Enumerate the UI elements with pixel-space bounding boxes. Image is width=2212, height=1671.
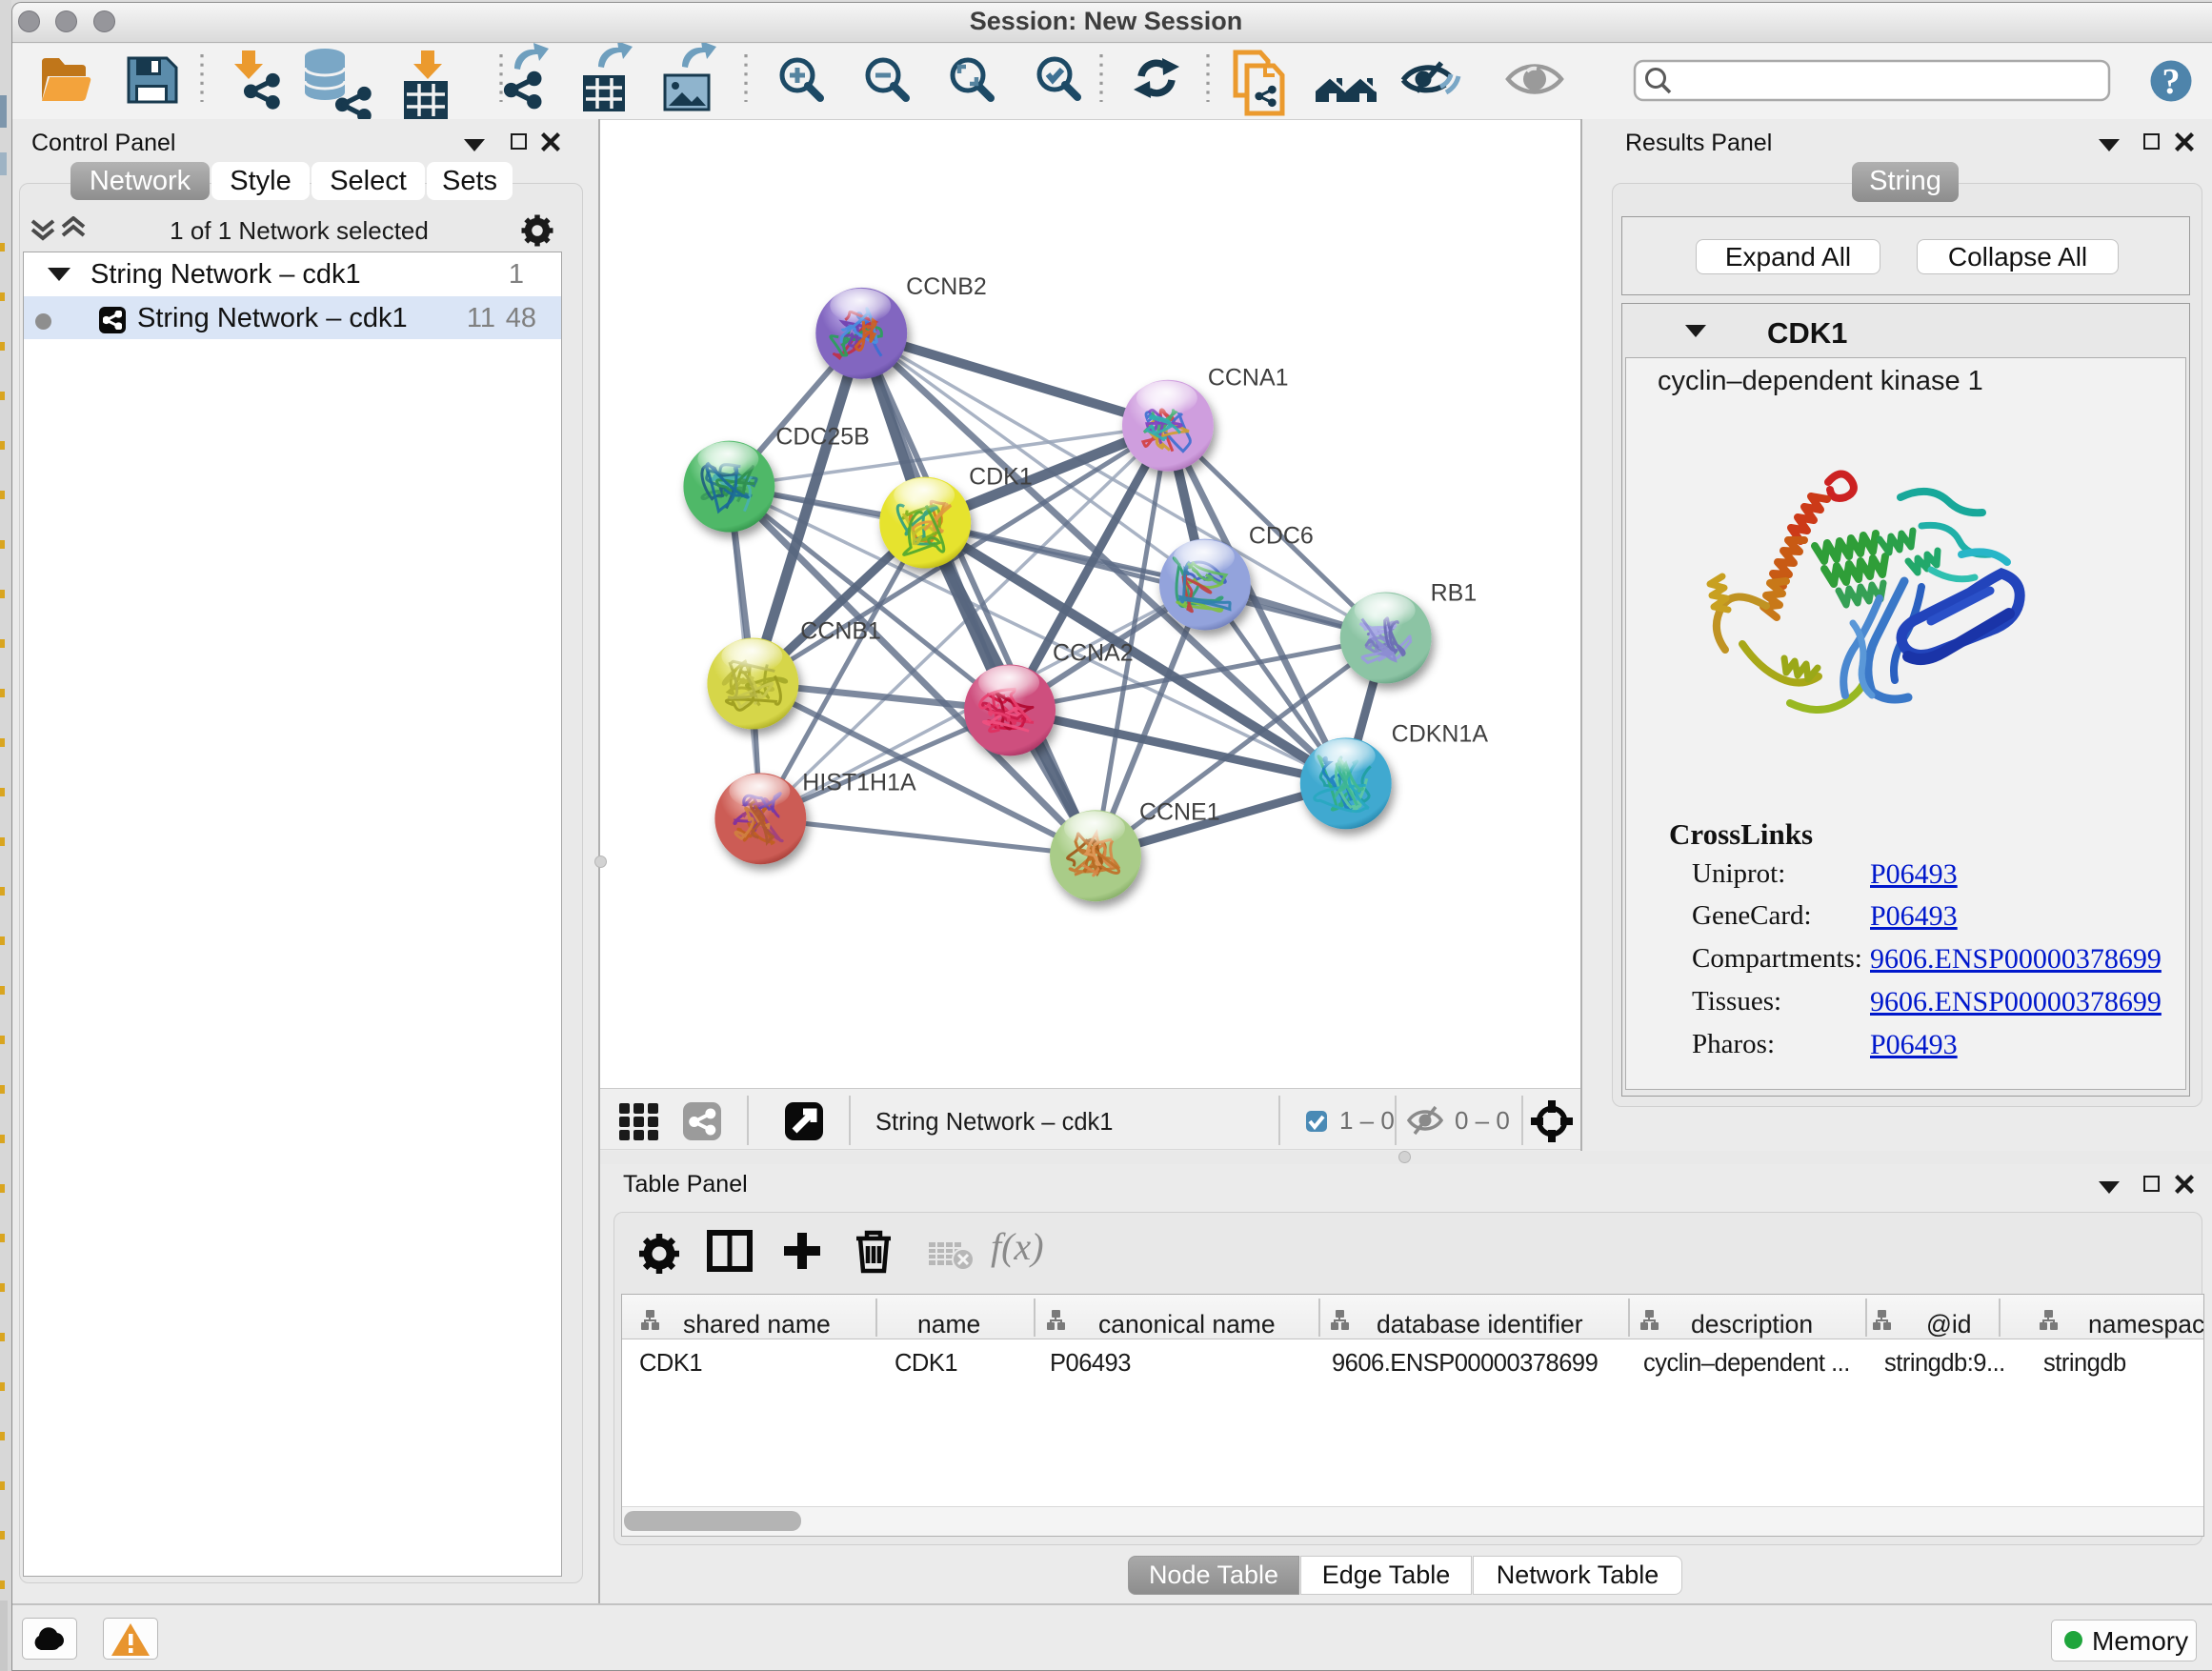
- svg-text:CCNB2: CCNB2: [906, 273, 987, 300]
- svg-text:0 – 0: 0 – 0: [1455, 1106, 1510, 1135]
- svg-text:RB1: RB1: [1431, 580, 1478, 607]
- svg-text:namespace: namespace: [2088, 1310, 2203, 1339]
- svg-text:CDKN1A: CDKN1A: [1392, 720, 1489, 747]
- svg-text:canonical name: canonical name: [1098, 1310, 1276, 1339]
- svg-text:HIST1H1A: HIST1H1A: [802, 769, 916, 795]
- svg-text:CCNE1: CCNE1: [1139, 798, 1220, 825]
- svg-text:f(x): f(x): [991, 1225, 1044, 1268]
- svg-text:CDC25B: CDC25B: [775, 424, 870, 451]
- svg-text:CCNA2: CCNA2: [1053, 639, 1134, 666]
- svg-text:CCNB1: CCNB1: [800, 617, 881, 644]
- svg-text:description: description: [1691, 1310, 1813, 1339]
- svg-text:P06493: P06493: [1050, 1350, 1131, 1377]
- svg-text:shared name: shared name: [683, 1310, 831, 1339]
- svg-text:1 – 0: 1 – 0: [1339, 1106, 1395, 1135]
- svg-text:stringdb:9...: stringdb:9...: [1884, 1350, 2005, 1377]
- svg-text:stringdb: stringdb: [2043, 1350, 2126, 1377]
- svg-text:CDK1: CDK1: [639, 1350, 702, 1377]
- svg-text:9606.ENSP00000378699: 9606.ENSP00000378699: [1332, 1350, 1598, 1377]
- svg-text:cyclin–dependent ...: cyclin–dependent ...: [1643, 1350, 1850, 1377]
- svg-text:name: name: [917, 1310, 980, 1339]
- svg-text:database identifier: database identifier: [1377, 1310, 1583, 1339]
- svg-text:?: ?: [2162, 62, 2181, 102]
- svg-text:String Network – cdk1: String Network – cdk1: [875, 1109, 1113, 1136]
- svg-text:CDK1: CDK1: [969, 464, 1033, 491]
- svg-text:@id: @id: [1926, 1310, 1972, 1339]
- svg-text:CCNA1: CCNA1: [1208, 365, 1289, 392]
- svg-text:CDK1: CDK1: [895, 1350, 957, 1377]
- svg-text:CDC6: CDC6: [1249, 523, 1314, 550]
